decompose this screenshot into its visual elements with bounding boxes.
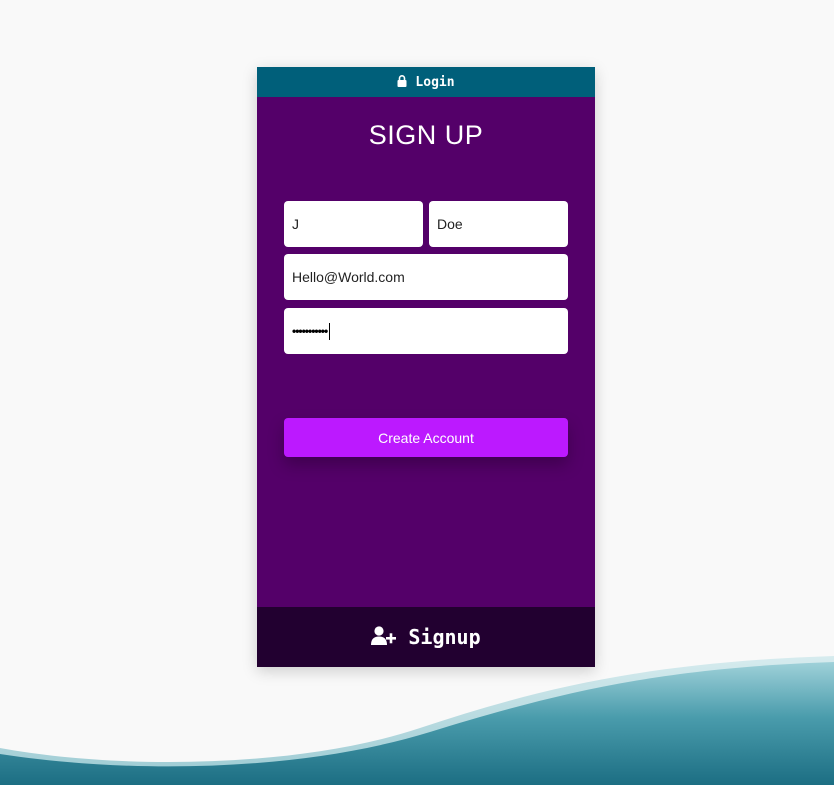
user-plus-icon — [371, 626, 397, 645]
login-tab[interactable]: Login — [257, 67, 595, 97]
password-mask: ••••••••••• — [292, 324, 328, 338]
page-title: SIGN UP — [368, 120, 484, 150]
lock-icon — [397, 75, 407, 87]
signup-tab-label: Signup — [408, 625, 481, 649]
login-tab-label: Login — [415, 74, 455, 90]
first-name-input[interactable] — [284, 201, 423, 247]
email-input[interactable] — [284, 254, 568, 300]
password-input[interactable]: ••••••••••• — [284, 308, 568, 354]
last-name-input[interactable] — [429, 201, 568, 247]
signup-card: Login SIGN UP ••••••••••• Create Account… — [257, 67, 595, 667]
create-account-button[interactable]: Create Account — [284, 418, 568, 457]
text-caret — [329, 322, 331, 340]
signup-tab[interactable]: Signup — [257, 607, 595, 667]
